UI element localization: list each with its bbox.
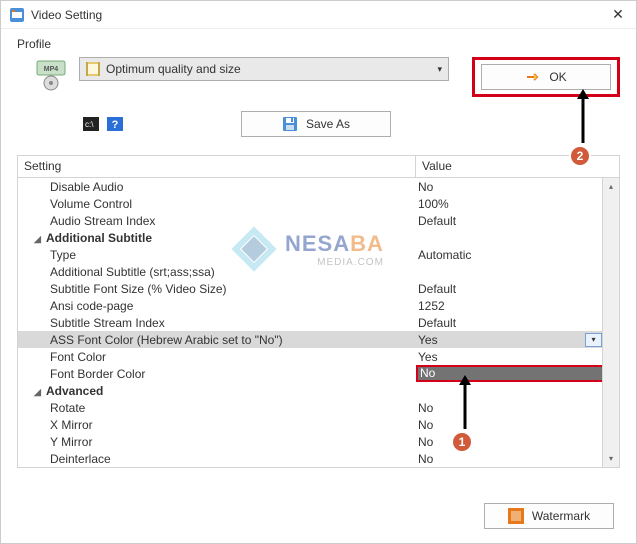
grid-cell-value[interactable]: No <box>416 180 619 194</box>
grid-cell-name: Additional Subtitle (srt;ass;ssa) <box>18 265 416 279</box>
grid-row[interactable]: Font Border ColorNo <box>18 365 619 382</box>
svg-text:MP4: MP4 <box>44 66 59 73</box>
grid-cell-value[interactable]: 1252 <box>416 299 619 313</box>
grid-cell-name: Deinterlace <box>18 452 416 466</box>
grid-cell-name: Y Mirror <box>18 435 416 449</box>
grid-cell-name: ◢Advanced <box>18 384 416 398</box>
grid-row[interactable]: TypeAutomatic <box>18 246 619 263</box>
svg-text:c:\: c:\ <box>85 120 94 129</box>
expander-icon[interactable]: ◢ <box>34 387 44 398</box>
svg-text:?: ? <box>112 119 119 131</box>
grid-row[interactable]: RotateNo <box>18 399 619 416</box>
film-icon <box>86 62 100 76</box>
save-as-label: Save As <box>306 117 350 131</box>
grid-cell-name: Rotate <box>18 401 416 415</box>
dropdown-arrow-icon[interactable]: ▾ <box>585 333 602 347</box>
mp4-icon: MP4 <box>35 59 67 91</box>
grid-group-row[interactable]: ◢Advanced <box>18 382 619 399</box>
grid-cell-name: Audio Stream Index <box>18 214 416 228</box>
watermark-button[interactable]: Watermark <box>484 503 614 529</box>
grid-row[interactable]: Ansi code-page1252 <box>18 297 619 314</box>
grid-cell-value[interactable]: No <box>416 365 619 382</box>
grid-cell-value[interactable]: No <box>416 452 619 466</box>
grid-row[interactable]: DeinterlaceNo <box>18 450 619 467</box>
grid-cell-name: Disable Audio <box>18 180 416 194</box>
grid-cell-name: Volume Control <box>18 197 416 211</box>
window-title: Video Setting <box>31 8 608 22</box>
grid-cell-name: Subtitle Font Size (% Video Size) <box>18 282 416 296</box>
close-button[interactable]: ✕ <box>608 6 628 23</box>
grid-group-row[interactable]: ◢Additional Subtitle <box>18 229 619 246</box>
arrow-right-icon <box>525 70 539 84</box>
grid-row[interactable]: Y MirrorNo <box>18 433 619 450</box>
grid-row[interactable]: Font ColorYes <box>18 348 619 365</box>
grid-cell-name: Font Color <box>18 350 416 364</box>
grid-cell-name: Type <box>18 248 416 262</box>
grid-cell-value[interactable]: Automatic <box>416 248 619 262</box>
profile-selected-text: Optimum quality and size <box>106 62 437 76</box>
grid-row[interactable]: X MirrorNo <box>18 416 619 433</box>
help-icon[interactable]: ? <box>107 117 123 131</box>
chevron-down-icon: ▾ <box>437 64 442 75</box>
grid-cell-value[interactable]: No <box>416 435 619 449</box>
expander-icon[interactable]: ◢ <box>34 234 44 245</box>
grid-row[interactable]: Additional Subtitle (srt;ass;ssa) <box>18 263 619 280</box>
grid-row[interactable]: Subtitle Font Size (% Video Size)Default <box>18 280 619 297</box>
grid-row[interactable]: ASS Font Color (Hebrew Arabic set to "No… <box>18 331 619 348</box>
grid-cell-name: ASS Font Color (Hebrew Arabic set to "No… <box>18 333 416 347</box>
grid-row[interactable]: Audio Stream IndexDefault <box>18 212 619 229</box>
grid-cell-name: Ansi code-page <box>18 299 416 313</box>
profile-label: Profile <box>17 37 620 51</box>
ok-button-highlight: OK <box>472 57 620 97</box>
col-header-value[interactable]: Value <box>416 156 619 177</box>
profile-select[interactable]: Optimum quality and size ▾ <box>79 57 449 81</box>
scroll-up[interactable]: ▴ <box>603 178 619 195</box>
app-icon <box>9 7 25 23</box>
grid-cell-name: Subtitle Stream Index <box>18 316 416 330</box>
grid-cell-value[interactable]: No <box>416 418 619 432</box>
grid-cell-value[interactable]: Yes▾ <box>416 333 619 347</box>
grid-cell-value[interactable]: Default <box>416 214 619 228</box>
scroll-down[interactable]: ▾ <box>603 450 619 467</box>
grid-cell-name: X Mirror <box>18 418 416 432</box>
grid-cell-value[interactable]: 100% <box>416 197 619 211</box>
col-header-setting[interactable]: Setting <box>18 156 416 177</box>
grid-cell-value[interactable]: Default <box>416 282 619 296</box>
grid-cell-name: ◢Additional Subtitle <box>18 231 416 245</box>
ok-button-label: OK <box>549 70 566 84</box>
watermark-icon <box>508 508 524 524</box>
grid-cell-value[interactable]: Yes <box>416 350 619 364</box>
terminal-icon[interactable]: c:\ <box>83 117 99 131</box>
grid-cell-value[interactable]: Default <box>416 316 619 330</box>
grid-row[interactable]: Volume Control100% <box>18 195 619 212</box>
ok-button[interactable]: OK <box>481 64 611 90</box>
grid-cell-name: Font Border Color <box>18 367 416 381</box>
grid-cell-value[interactable]: No <box>416 401 619 415</box>
grid-row[interactable]: Subtitle Stream IndexDefault <box>18 314 619 331</box>
settings-grid: Setting Value ▴ ▾ Disable AudioNoVolume … <box>17 155 620 468</box>
save-as-button[interactable]: Save As <box>241 111 391 137</box>
floppy-icon <box>282 116 298 132</box>
grid-row[interactable]: Disable AudioNo <box>18 178 619 195</box>
watermark-label: Watermark <box>532 509 590 523</box>
